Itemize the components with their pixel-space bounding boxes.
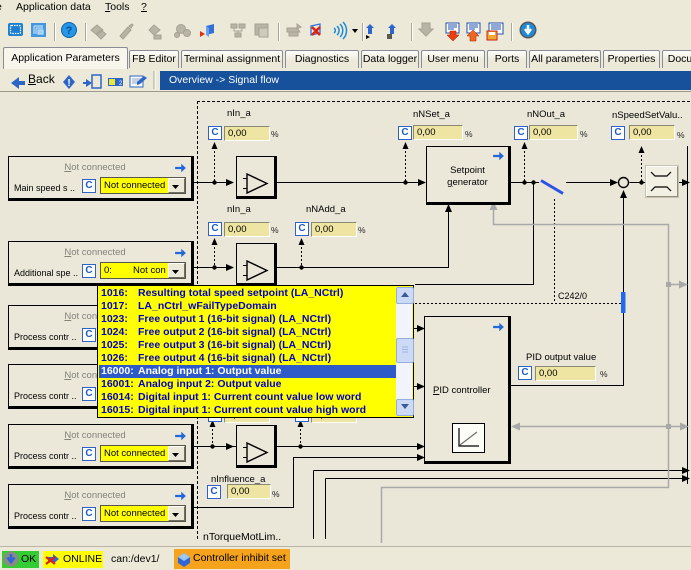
- svg-text:!: !: [67, 78, 70, 89]
- svg-text:?: ?: [66, 25, 73, 37]
- svg-text:C242/0: C242/0: [558, 291, 587, 301]
